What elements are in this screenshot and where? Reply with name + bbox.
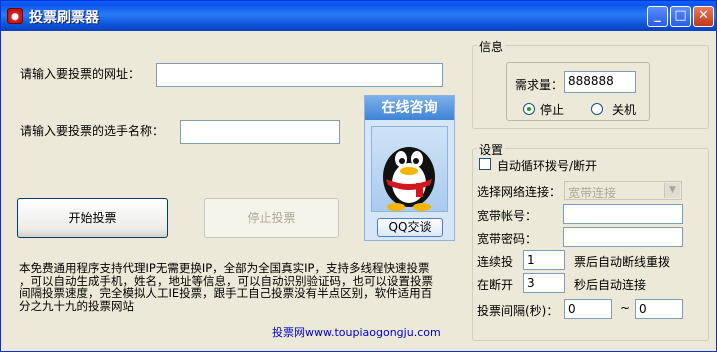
- network-label: 选择网络连接：: [477, 185, 562, 199]
- qq-chat-button[interactable]: QQ交谈: [377, 218, 443, 237]
- auto-dial-checkbox[interactable]: [479, 158, 491, 170]
- radio-shutdown[interactable]: [591, 103, 603, 115]
- minimize-icon: _: [654, 8, 661, 23]
- reconnect-suffix-label: 秒后自动连接: [574, 278, 647, 292]
- contestant-name-label: 请输入要投票的选手名称：: [20, 124, 165, 138]
- auto-dial-label: 自动循环拨号/断开: [497, 159, 598, 173]
- close-icon: ✕: [698, 8, 709, 23]
- qq-consult-panel: 在线咨询 QQ交谈: [364, 95, 455, 241]
- continuous-vote-label: 连续投: [477, 255, 514, 269]
- account-label: 宽带帐号：: [477, 209, 538, 223]
- description-line: 本免费通用程序支持代理IP无需更换IP，全部为全国真实IP，支持多线程快速投票: [19, 261, 430, 275]
- maximize-button[interactable]: □: [670, 6, 691, 27]
- minimize-button[interactable]: _: [647, 6, 668, 27]
- qq-penguin-icon: [371, 126, 448, 212]
- description-line: 间隔投票速度，完全模拟人工IE投票，跟手工自己投票没有半点区别，软件适用百: [19, 286, 433, 300]
- radio-shutdown-label: 关机: [612, 103, 637, 117]
- website-link[interactable]: 投票网www.toupiaogongju.com: [272, 324, 441, 340]
- description-line: 分之九十九的投票网站: [19, 298, 134, 313]
- network-select[interactable]: 宽带连接 ▼: [564, 181, 682, 200]
- radio-stop-label: 停止: [540, 103, 565, 117]
- quantity-label: 需求量：: [515, 78, 564, 92]
- url-input[interactable]: [156, 63, 443, 87]
- penguin-icon: [383, 147, 435, 211]
- stop-vote-button[interactable]: 停止投票: [204, 198, 339, 238]
- votes-before-redial-input[interactable]: 1: [523, 250, 565, 270]
- url-label: 请输入要投票的网址：: [20, 67, 141, 81]
- quantity-input[interactable]: 888888: [564, 71, 636, 93]
- close-button[interactable]: ✕: [693, 6, 714, 27]
- app-window: 投票刷票器 _ □ ✕ 请输入要投票的网址： 请输入要投票的选手名称： 开始投票…: [0, 0, 717, 352]
- interval-separator: ~: [620, 301, 631, 315]
- account-input[interactable]: [563, 204, 683, 224]
- window-title: 投票刷票器: [29, 10, 99, 26]
- settings-group-title: 设置: [477, 141, 506, 158]
- info-group-title: 信息: [477, 38, 506, 55]
- reconnect-seconds-input[interactable]: 3: [523, 273, 565, 293]
- interval-label: 投票间隔(秒)：: [477, 304, 559, 318]
- password-label: 宽带密码：: [477, 232, 538, 246]
- maximize-icon: □: [674, 8, 687, 23]
- title-bar[interactable]: 投票刷票器 _ □ ✕: [1, 1, 716, 31]
- chevron-down-icon[interactable]: ▼: [664, 183, 680, 198]
- qq-panel-header: 在线咨询: [365, 96, 454, 120]
- network-select-value: 宽带连接: [568, 186, 617, 200]
- redial-suffix-label: 票后自动断线重拨: [574, 255, 671, 269]
- password-input[interactable]: [563, 227, 683, 247]
- start-vote-button[interactable]: 开始投票: [17, 198, 168, 238]
- interval-from-input[interactable]: 0: [564, 299, 612, 319]
- interval-to-input[interactable]: 0: [635, 299, 683, 319]
- radio-stop[interactable]: [523, 103, 535, 115]
- app-icon: [7, 8, 23, 24]
- disconnect-label: 在断开: [477, 278, 514, 292]
- contestant-name-input[interactable]: [180, 120, 340, 144]
- description-text: 本免费通用程序支持代理IP无需更换IP，全部为全国真实IP，支持多线程快速投票 …: [19, 262, 459, 312]
